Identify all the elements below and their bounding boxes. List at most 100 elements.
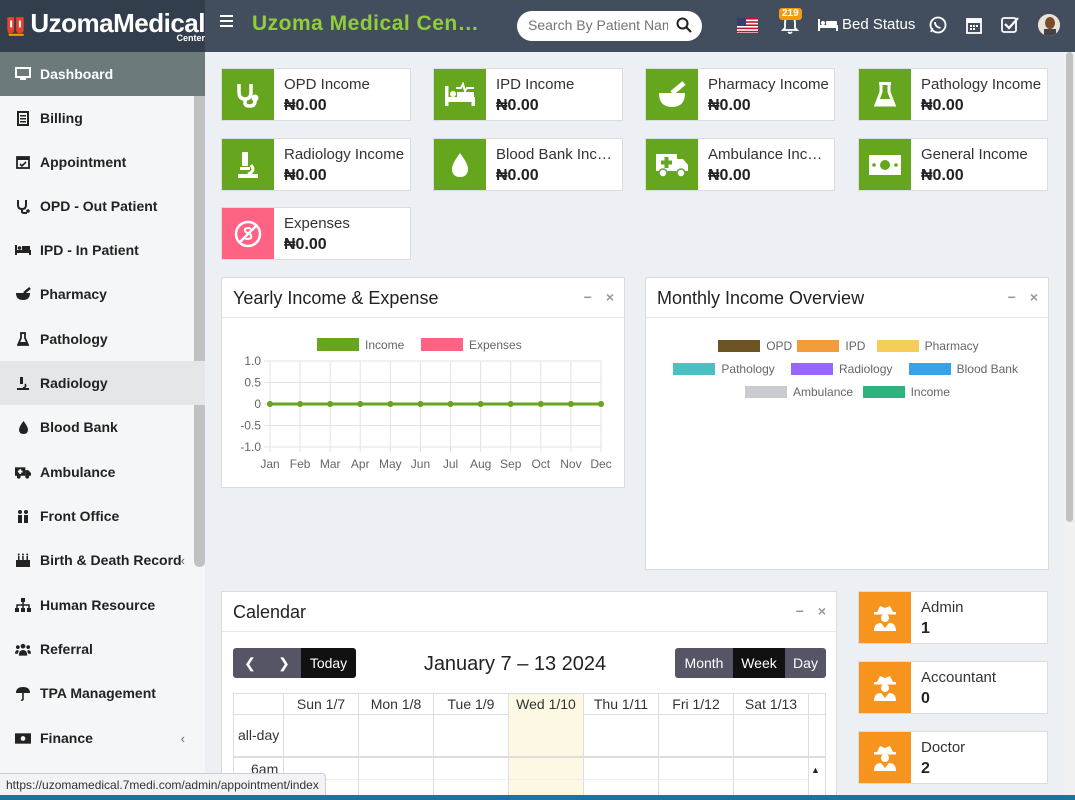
legend-item[interactable]: Ambulance [745, 385, 853, 399]
sidebar-item-birth-death[interactable]: Birth & Death Record ‹ [0, 538, 205, 582]
day-header: Tue 1/9 [433, 694, 508, 715]
sidebar-item-label: Dashboard [40, 66, 114, 82]
calendar-range-title: January 7 – 13 2024 [423, 653, 607, 675]
sidebar-item-dashboard[interactable]: Dashboard [0, 52, 205, 96]
card-title: Ambulance Income [708, 146, 830, 163]
scroll-up-arrow-icon[interactable]: ▲ [811, 765, 820, 775]
legend-item[interactable]: Blood Bank [908, 362, 1018, 376]
sidebar-item-billing[interactable]: Billing [0, 96, 205, 140]
card-value: ₦0.00 [496, 97, 539, 114]
legend-swatch [797, 340, 840, 352]
legend-swatch [908, 363, 951, 375]
x-tick-label: Apr [351, 457, 370, 471]
next-week-button[interactable]: ❯ [267, 648, 301, 678]
yearly-line-chart: Income Expenses 1.0 0.5 0 -0.5 -1.0 Jan Feb Mar Ap… [240, 338, 612, 471]
expenses-card[interactable]: Expenses ₦0.00 [221, 207, 411, 260]
us-flag-icon[interactable] [737, 18, 758, 33]
data-point [598, 401, 604, 407]
logo-mark-icon [7, 17, 24, 36]
sidebar-item-pharmacy[interactable]: Pharmacy [0, 272, 205, 316]
calendar-icon[interactable] [966, 16, 982, 34]
whatsapp-icon[interactable] [929, 16, 947, 34]
legend-swatch [876, 340, 919, 352]
admin-staff-card[interactable]: Admin 1 [858, 591, 1048, 644]
y-tick-label: -1.0 [240, 440, 261, 454]
pharmacy-income-card[interactable]: Pharmacy Income ₦0.00 [645, 68, 835, 121]
close-icon[interactable]: × [818, 603, 826, 619]
card-title: Blood Bank Income [496, 146, 618, 163]
card-title: Accountant [921, 669, 997, 686]
pathology-income-card[interactable]: Pathology Income ₦0.00 [858, 68, 1048, 121]
sidebar-item-tpa[interactable]: TPA Management [0, 671, 205, 715]
legend-item[interactable]: Pathology [673, 362, 775, 376]
data-point [417, 401, 424, 407]
radiology-income-card[interactable]: Radiology Income ₦0.00 [221, 138, 411, 191]
sidebar-item-finance[interactable]: Finance ‹ [0, 716, 205, 760]
accountant-staff-card[interactable]: Accountant 0 [858, 661, 1048, 714]
legend-swatch [718, 340, 761, 352]
month-view-button[interactable]: Month [675, 648, 733, 678]
legend-swatch [791, 363, 833, 375]
collapse-icon[interactable]: − [796, 603, 804, 619]
bed-icon [15, 242, 31, 258]
card-title: Admin [921, 599, 964, 616]
page-scrollbar[interactable] [1064, 52, 1075, 800]
sidebar-item-label: Pharmacy [40, 286, 107, 302]
hamburger-menu-icon[interactable] [220, 14, 234, 28]
doctor-staff-card[interactable]: Doctor 2 [858, 731, 1048, 784]
prev-week-button[interactable]: ❮ [233, 648, 267, 678]
legend-label: Income [365, 338, 405, 352]
legend-item[interactable]: OPD [718, 339, 792, 353]
legend-swatch [421, 338, 463, 351]
legend-item[interactable]: Income [862, 385, 950, 399]
sidebar-item-appointment[interactable]: Appointment [0, 140, 205, 184]
monitor-icon [15, 66, 31, 82]
ipd-income-card[interactable]: IPD Income ₦0.00 [433, 68, 623, 121]
card-value: ₦0.00 [284, 236, 327, 253]
logo-text: UzomaMedical [30, 7, 205, 38]
card-title: Pharmacy Income [708, 76, 829, 93]
week-view-button[interactable]: Week [733, 648, 785, 678]
x-tick-label: Feb [290, 457, 311, 471]
collapse-icon[interactable]: − [584, 289, 592, 305]
sidebar-item-blood-bank[interactable]: Blood Bank [0, 405, 205, 449]
sidebar-item-referral[interactable]: Referral [0, 627, 205, 671]
search-icon[interactable] [676, 17, 692, 33]
day-view-button[interactable]: Day [785, 648, 826, 678]
opd-income-card[interactable]: OPD Income ₦0.00 [221, 68, 411, 121]
bed-status-button[interactable]: Bed Status [818, 16, 915, 33]
search-input[interactable] [528, 17, 668, 33]
day-header: Wed 1/10 [508, 694, 583, 715]
no-money-icon [222, 208, 274, 259]
legend-item[interactable]: Radiology [791, 362, 892, 376]
page-scrollbar-thumb[interactable] [1066, 52, 1073, 522]
sidebar-item-human-resource[interactable]: Human Resource [0, 583, 205, 627]
blood-bank-income-card[interactable]: Blood Bank Income ₦0.00 [433, 138, 623, 191]
sidebar-item-ambulance[interactable]: Ambulance [0, 450, 205, 494]
sidebar-item-label: Blood Bank [40, 419, 118, 435]
x-tick-label: Sep [500, 457, 522, 471]
today-button[interactable]: Today [301, 648, 356, 678]
sidebar-item-pathology[interactable]: Pathology [0, 317, 205, 361]
day-header: Sun 1/7 [283, 694, 358, 715]
sidebar-item-radiology[interactable]: Radiology [0, 361, 205, 405]
sidebar-item-ipd[interactable]: IPD - In Patient [0, 228, 205, 272]
user-avatar[interactable] [1038, 14, 1060, 36]
logo[interactable]: UzomaMedical Center [0, 0, 205, 52]
close-icon[interactable]: × [606, 289, 614, 305]
data-point [507, 401, 514, 407]
tint-icon [15, 419, 31, 435]
data-point [477, 401, 484, 407]
legend-item[interactable]: IPD [797, 339, 865, 353]
sidebar-item-front-office[interactable]: Front Office [0, 494, 205, 538]
task-checkbox-icon[interactable] [1001, 16, 1019, 34]
legend-item[interactable]: Pharmacy [876, 339, 979, 353]
sidebar-item-opd[interactable]: OPD - Out Patient [0, 184, 205, 228]
ambulance-income-card[interactable]: Ambulance Income ₦0.00 [645, 138, 835, 191]
general-income-card[interactable]: General Income ₦0.00 [858, 138, 1048, 191]
legend-label: Blood Bank [956, 362, 1018, 376]
legend-swatch [862, 386, 905, 398]
card-value: ₦0.00 [708, 97, 751, 114]
file-list-icon [15, 110, 31, 126]
sidebar-item-label: Finance [40, 730, 93, 746]
